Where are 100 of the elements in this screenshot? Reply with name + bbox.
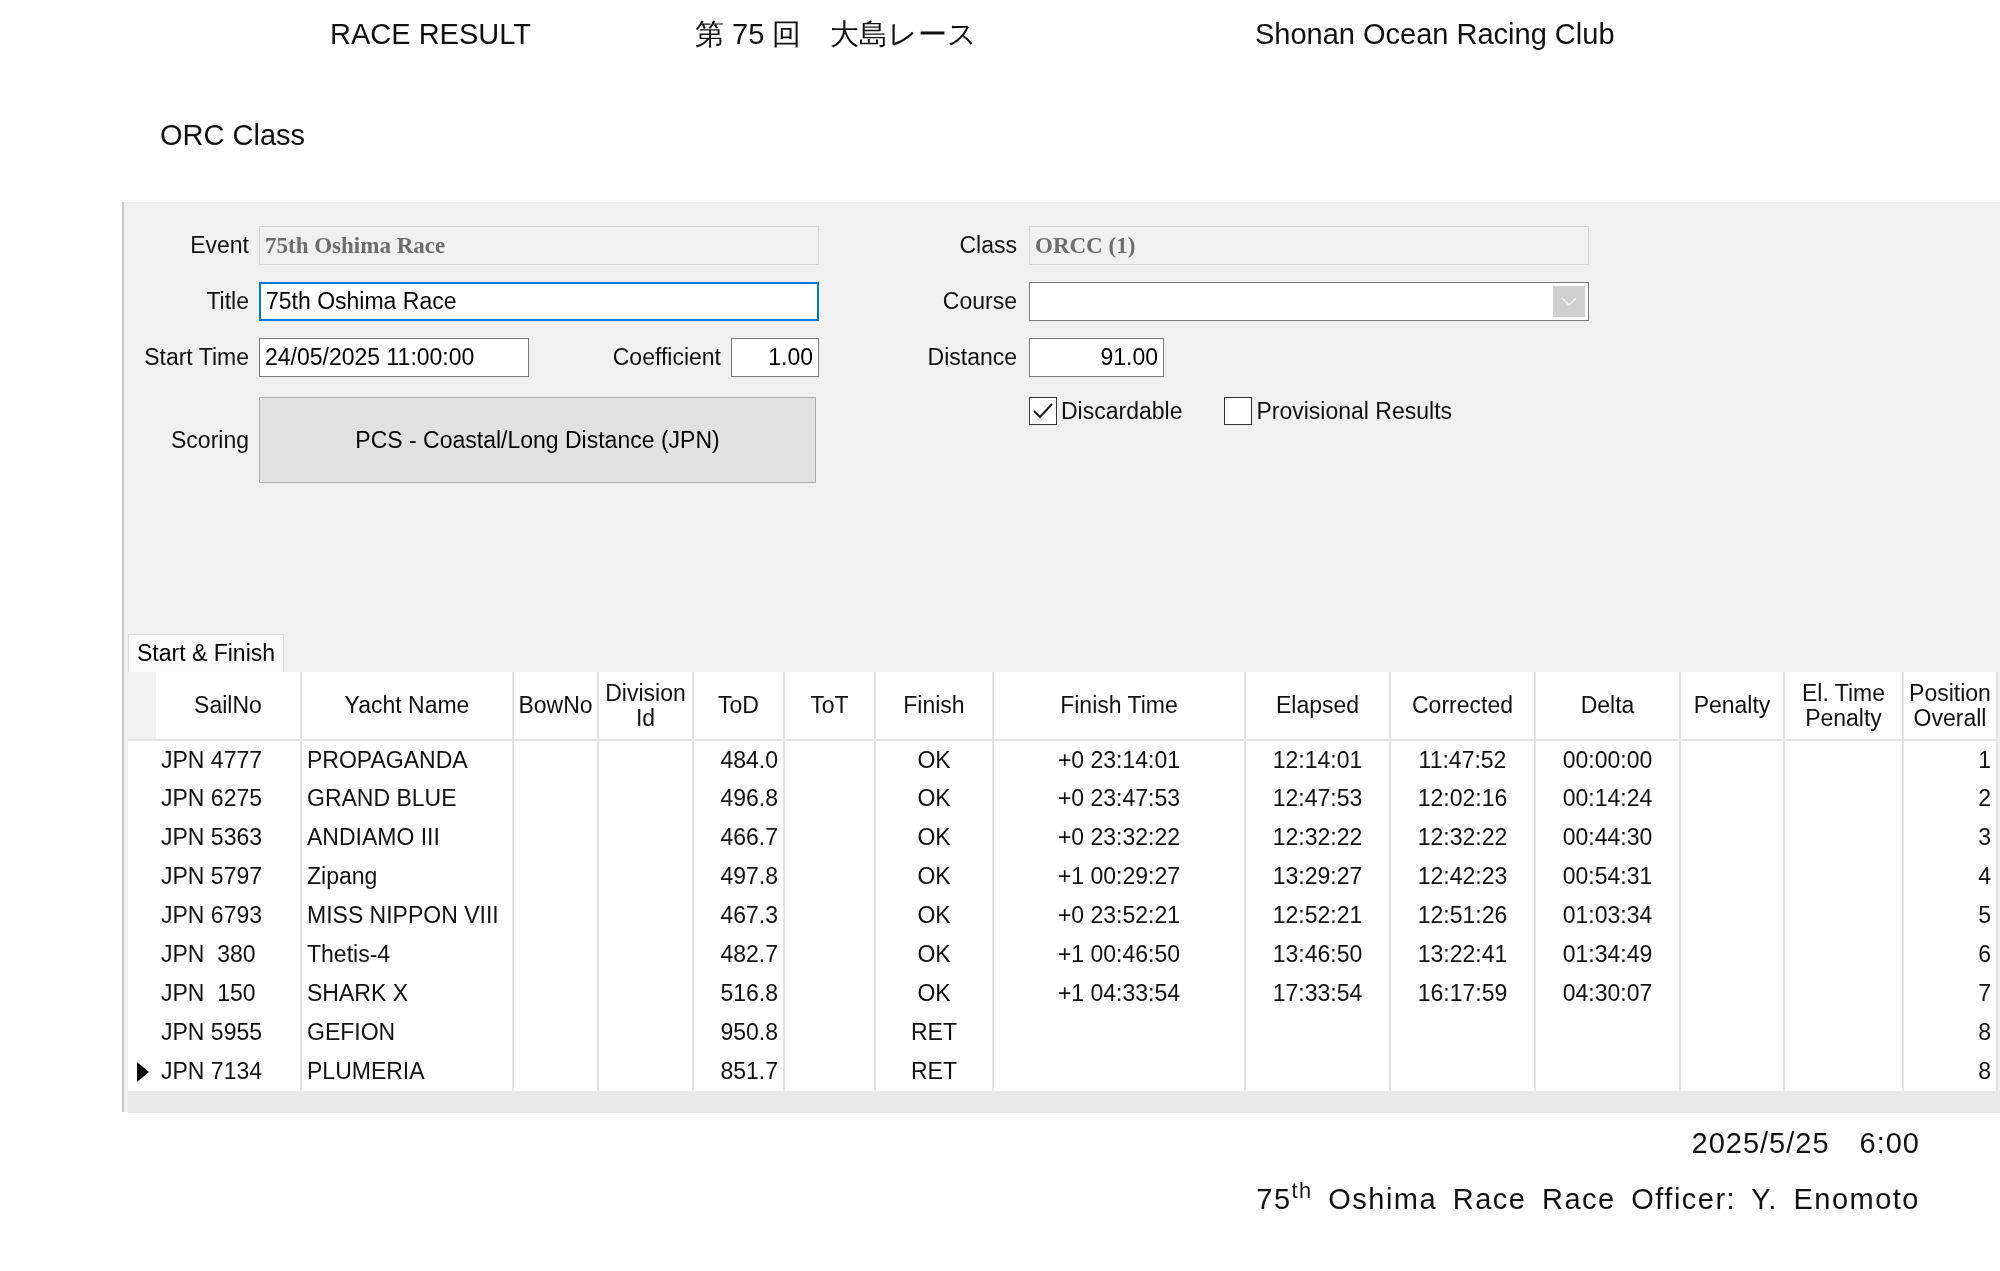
table-cell: +0 23:14:01 [993, 740, 1245, 779]
column-header[interactable]: Yacht Name [301, 672, 513, 740]
table-cell: 00:14:24 [1535, 779, 1680, 818]
table-cell: 484.0 [693, 740, 784, 779]
field-label: Class [958, 231, 1017, 261]
table-cell: ANDIAMO III [301, 818, 513, 857]
column-header[interactable]: El. Time Penalty [1784, 672, 1903, 740]
course-dropdown[interactable] [1029, 282, 1589, 321]
table-cell: 04:30:07 [1535, 974, 1680, 1013]
table-cell: 00:54:31 [1535, 857, 1680, 896]
table-cell: Thetis-4 [301, 935, 513, 974]
field-label: Distance [926, 343, 1017, 373]
table-cell: 12:14:01 [1245, 740, 1390, 779]
table-cell: JPN 380 [156, 935, 301, 974]
print-date: 2025/5/25 6:00 [1690, 1126, 1920, 1161]
table-cell: 00:00:00 [1535, 740, 1680, 779]
distance-field[interactable]: 91.00 [1029, 338, 1164, 377]
table-cell: 12:52:21 [1245, 896, 1390, 935]
report-title: RACE RESULT [330, 17, 532, 53]
table-cell: 16:17:59 [1390, 974, 1535, 1013]
class-heading: ORC Class [160, 118, 305, 154]
checkbox[interactable] [1224, 397, 1253, 426]
scroll-bar[interactable] [128, 1091, 2000, 1113]
table-cell: +0 23:47:53 [993, 779, 1245, 818]
table-cell: Zipang [301, 857, 513, 896]
table-cell: JPN 5955 [156, 1013, 301, 1052]
table-cell: 7 [1903, 974, 1997, 1013]
table-cell: JPN 6793 [156, 896, 301, 935]
club-name: Shonan Ocean Racing Club [1255, 17, 1616, 53]
table-cell: 12:42:23 [1390, 857, 1535, 896]
table-cell: +0 23:52:21 [993, 896, 1245, 935]
column-header[interactable]: Corrected [1390, 672, 1535, 740]
table-cell: JPN 4777 [156, 740, 301, 779]
table-cell: 13:46:50 [1245, 935, 1390, 974]
table-cell: MISS NIPPON VIII [301, 896, 513, 935]
title-field[interactable]: 75th Oshima Race [259, 282, 819, 321]
table-cell: 6 [1903, 935, 1997, 974]
table-cell: SHARK X [301, 974, 513, 1013]
field-label: Coefficient [612, 343, 721, 373]
table-cell: PROPAGANDA [301, 740, 513, 779]
footer-note: 75$^{th}$ Oshima Race Race Officer: Y. Enomoto [1255, 1177, 1920, 1217]
table-cell: 5 [1903, 896, 1997, 935]
column-header[interactable]: Elapsed [1245, 672, 1390, 740]
table-cell: 12:47:53 [1245, 779, 1390, 818]
table-cell: 12:32:22 [1390, 818, 1535, 857]
column-header[interactable]: Penalty [1680, 672, 1784, 740]
table-cell: RET [875, 1013, 993, 1052]
table-cell: 12:02:16 [1390, 779, 1535, 818]
table-cell: 1 [1903, 740, 1997, 779]
table-cell: 13:29:27 [1245, 857, 1390, 896]
table-cell: 11:47:52 [1390, 740, 1535, 779]
table-cell: 497.8 [693, 857, 784, 896]
table-cell: OK [875, 896, 993, 935]
column-header[interactable]: Finish Time [993, 672, 1245, 740]
field-label: Start Time [143, 343, 249, 373]
column-header[interactable]: Delta [1535, 672, 1680, 740]
column-header[interactable]: Division Id [598, 672, 693, 740]
table-cell: 466.7 [693, 818, 784, 857]
race-name: 第 75 回 大島レース [695, 17, 979, 53]
table-cell: OK [875, 818, 993, 857]
table-cell: 13:22:41 [1390, 935, 1535, 974]
table-cell: OK [875, 779, 993, 818]
table-cell: JPN 5797 [156, 857, 301, 896]
field-label: Scoring [170, 425, 249, 455]
coefficient-field[interactable]: 1.00 [731, 338, 819, 377]
table-cell: OK [875, 740, 993, 779]
table-cell: 12:32:22 [1245, 818, 1390, 857]
table-cell: +1 00:46:50 [993, 935, 1245, 974]
table-cell: 516.8 [693, 974, 784, 1013]
table-cell: 17:33:54 [1245, 974, 1390, 1013]
column-header[interactable]: ToD [693, 672, 784, 740]
table-cell: OK [875, 974, 993, 1013]
table-cell: GRAND BLUE [301, 779, 513, 818]
checkbox-label: Discardable [1061, 397, 1183, 426]
field-label: Course [941, 287, 1017, 317]
column-header[interactable]: Position Overall [1903, 672, 1997, 740]
table-cell: 496.8 [693, 779, 784, 818]
table-cell: JPN 5363 [156, 818, 301, 857]
scoring-button[interactable]: PCS - Coastal/Long Distance (JPN) [259, 397, 816, 483]
column-header[interactable]: Finish [875, 672, 993, 740]
column-header[interactable]: ToT [784, 672, 875, 740]
column-header[interactable]: SailNo [156, 672, 301, 740]
checkbox[interactable] [1029, 397, 1057, 426]
column-header[interactable]: BowNo [513, 672, 598, 740]
field-label: Event [189, 231, 249, 261]
start-time-field[interactable]: 24/05/2025 11:00:00 [259, 338, 529, 377]
table-cell: +0 23:32:22 [993, 818, 1245, 857]
tab[interactable]: Start & Finish [128, 634, 285, 672]
table-cell: 950.8 [693, 1013, 784, 1052]
table-cell: OK [875, 935, 993, 974]
table-cell: 482.7 [693, 935, 784, 974]
table-cell: 01:03:34 [1535, 896, 1680, 935]
table-cell: 3 [1903, 818, 1997, 857]
table-cell: OK [875, 857, 993, 896]
checkbox-label: Provisional Results [1256, 397, 1453, 426]
table-cell: +1 04:33:54 [993, 974, 1245, 1013]
table-cell: JPN 150 [156, 974, 301, 1013]
table-cell: JPN 6275 [156, 779, 301, 818]
table-cell: GEFION [301, 1013, 513, 1052]
table-cell: 8 [1903, 1013, 1997, 1052]
